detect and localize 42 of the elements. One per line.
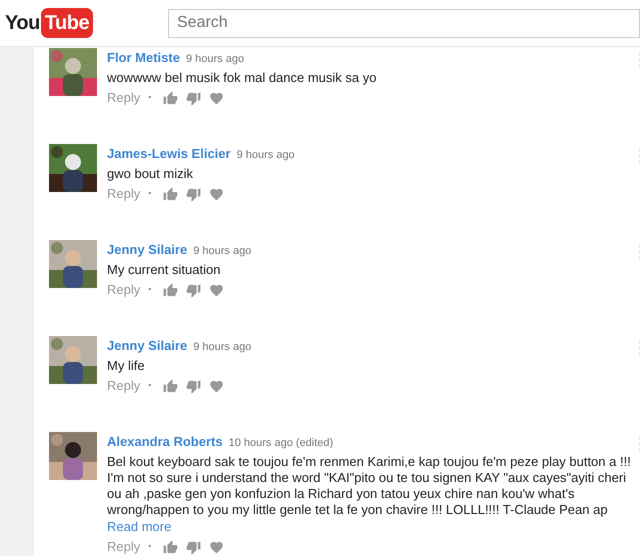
- thumbs-down-icon[interactable]: [186, 186, 202, 202]
- search-field[interactable]: Search: [168, 8, 640, 38]
- heart-icon[interactable]: [209, 90, 224, 106]
- comment-text: wowwww bel musik fok mal dance musik sa yo: [107, 70, 378, 86]
- separator-dot: •: [148, 540, 152, 554]
- thumbs-down-icon[interactable]: [186, 90, 202, 106]
- reply-link[interactable]: Reply: [107, 378, 140, 394]
- reply-link[interactable]: Reply: [107, 282, 140, 298]
- author-name[interactable]: Alexandra Roberts: [107, 432, 223, 452]
- author-name[interactable]: Jenny Silaire: [107, 336, 188, 356]
- thumbs-down-icon[interactable]: [186, 282, 202, 298]
- read-more-link[interactable]: Read more: [107, 519, 172, 535]
- thumbs-up-icon[interactable]: [163, 90, 178, 106]
- author-name[interactable]: Flor Metiste: [107, 48, 180, 68]
- reply-link[interactable]: Reply: [107, 90, 140, 106]
- thumbs-up-icon[interactable]: [163, 378, 178, 394]
- separator-dot: •: [148, 379, 152, 392]
- separator-dot: •: [148, 187, 152, 200]
- comment-text: gwo bout mizik: [107, 166, 194, 182]
- thumbs-up-icon[interactable]: [163, 282, 178, 298]
- author-name[interactable]: James-Lewis Elicier: [107, 144, 231, 164]
- heart-icon[interactable]: [209, 186, 224, 202]
- thumbs-down-icon[interactable]: [186, 540, 202, 554]
- comment-time[interactable]: 10 hours ago (edited): [228, 435, 334, 452]
- comment-text: My life: [107, 358, 146, 374]
- heart-icon[interactable]: [209, 282, 224, 298]
- comment-time[interactable]: 9 hours ago: [186, 51, 244, 68]
- separator-dot: •: [148, 91, 152, 104]
- author-name[interactable]: Jenny Silaire: [107, 240, 188, 260]
- comment-text: My current situation: [107, 262, 222, 278]
- comment-text: Bel kout keyboard sak te toujou fe'm renmen Karimi,e kap toujou fe'm peze play button a !!! I'm not so sure i understand the word "KAI"pito ou te tou signen KAY "aux cayes"ayiti cheri ou ah ,paske gen yon konfuzion la Richard yon tatou yeux chire nan kou'w what's wrong/happen to you my little genle tet la fe yon chavire !!! LOLLL!!!! T-Claude Pean ap: [107, 454, 632, 518]
- separator-dot: •: [148, 283, 152, 296]
- comment-time[interactable]: 9 hours ago: [236, 147, 295, 164]
- comment-time[interactable]: 9 hours ago: [193, 339, 252, 356]
- heart-icon[interactable]: [209, 378, 224, 394]
- thumbs-up-icon[interactable]: [163, 186, 178, 202]
- thumbs-up-icon[interactable]: [163, 540, 178, 554]
- thumbs-down-icon[interactable]: [186, 378, 202, 394]
- reply-link[interactable]: Reply: [107, 186, 140, 202]
- reply-link[interactable]: Reply: [107, 539, 140, 555]
- heart-icon[interactable]: [209, 540, 224, 554]
- comment-time[interactable]: 9 hours ago: [193, 243, 252, 260]
